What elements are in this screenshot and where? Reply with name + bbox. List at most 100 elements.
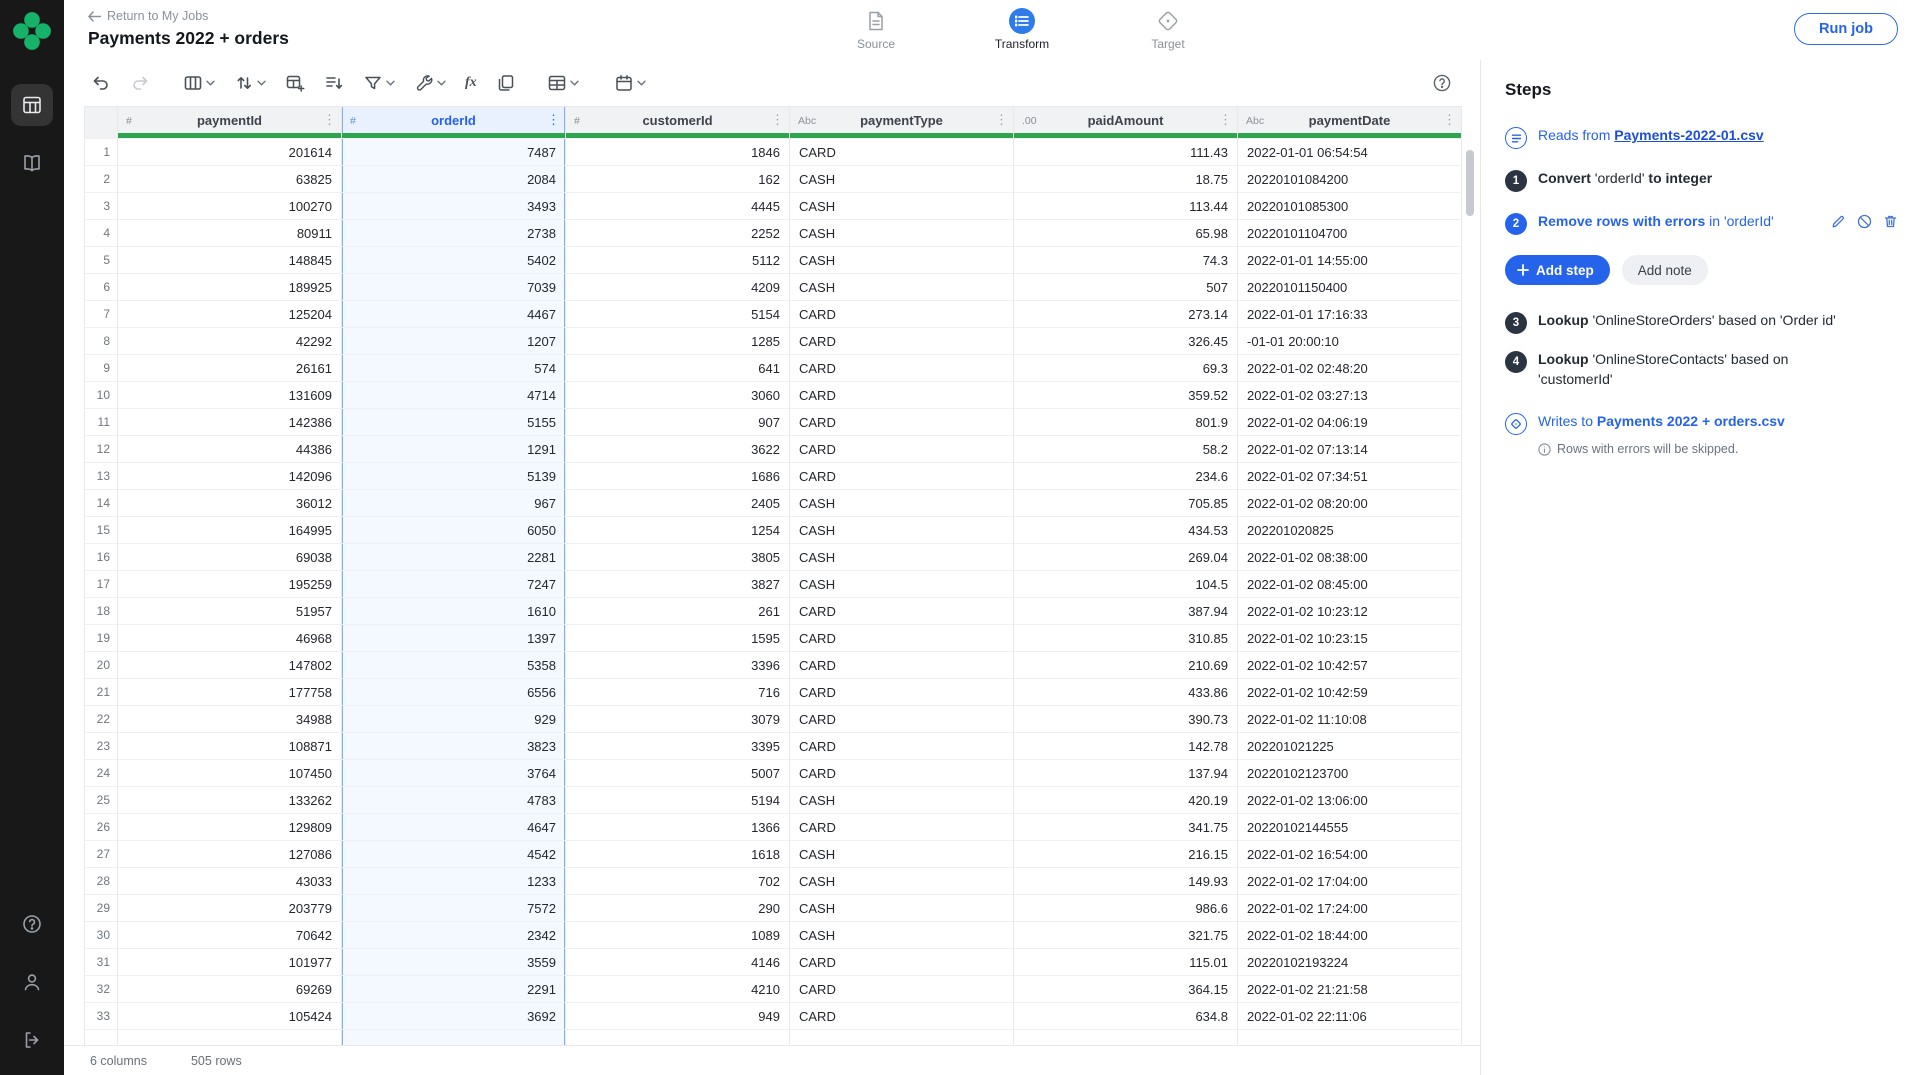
cell-paymentType[interactable]: CARD bbox=[790, 760, 1014, 787]
cell-paymentDate[interactable]: 2022-01-02 10:42:59 bbox=[1238, 679, 1462, 706]
cell-paymentDate[interactable]: 2022-01-02 18:44:00 bbox=[1238, 922, 1462, 949]
cell-orderId[interactable]: 5155 bbox=[342, 409, 566, 436]
cell-orderId[interactable]: 3559 bbox=[342, 949, 566, 976]
cell-customerId[interactable]: 3622 bbox=[566, 436, 790, 463]
step-4[interactable]: 4 Lookup 'OnlineStoreContacts' based on … bbox=[1505, 350, 1896, 390]
cell-paidAmount[interactable]: 387.94 bbox=[1014, 598, 1238, 625]
nav-target[interactable]: Target bbox=[1136, 7, 1200, 51]
row-number[interactable]: 33 bbox=[84, 1003, 118, 1030]
cell-paidAmount[interactable]: 507 bbox=[1014, 274, 1238, 301]
cell-paymentDate[interactable]: 2022-01-02 10:42:57 bbox=[1238, 652, 1462, 679]
target-file-link[interactable]: Payments 2022 + orders.csv bbox=[1597, 413, 1785, 429]
cell-paymentId[interactable]: 63825 bbox=[118, 166, 342, 193]
cell-paymentDate[interactable]: -01-01 20:00:10 bbox=[1238, 328, 1462, 355]
cell-orderId[interactable]: 2738 bbox=[342, 220, 566, 247]
row-number[interactable]: 14 bbox=[84, 490, 118, 517]
cell-paymentType[interactable]: CARD bbox=[790, 463, 1014, 490]
cell-paidAmount[interactable]: 104.5 bbox=[1014, 571, 1238, 598]
row-number[interactable]: 18 bbox=[84, 598, 118, 625]
cell-paymentId[interactable]: 148845 bbox=[118, 247, 342, 274]
column-menu-icon[interactable]: ⋮ bbox=[1443, 112, 1456, 128]
cell-customerId[interactable]: 5112 bbox=[566, 247, 790, 274]
cell-paymentId[interactable]: 36012 bbox=[118, 490, 342, 517]
edit-step-icon[interactable] bbox=[1831, 214, 1846, 229]
cell-paymentDate[interactable]: 2022-01-02 07:13:14 bbox=[1238, 436, 1462, 463]
cell-paymentType[interactable]: CARD bbox=[790, 949, 1014, 976]
cell-customerId[interactable]: 5154 bbox=[566, 301, 790, 328]
cell-paidAmount[interactable]: 111.43 bbox=[1014, 139, 1238, 166]
row-number[interactable]: 3 bbox=[84, 193, 118, 220]
cell-paidAmount[interactable]: 986.6 bbox=[1014, 895, 1238, 922]
cell-paymentDate[interactable]: 2022-01-02 11:10:08 bbox=[1238, 706, 1462, 733]
cell-paymentId[interactable]: 195259 bbox=[118, 571, 342, 598]
cell-orderId[interactable]: 5358 bbox=[342, 652, 566, 679]
cell-paymentDate[interactable]: 2022-01-02 08:45:00 bbox=[1238, 571, 1462, 598]
edit-table-button[interactable] bbox=[280, 69, 310, 97]
cell-orderId[interactable]: 6050 bbox=[342, 517, 566, 544]
row-number[interactable]: 15 bbox=[84, 517, 118, 544]
row-number[interactable]: 12 bbox=[84, 436, 118, 463]
cell-paymentDate[interactable]: 2022-01-02 16:54:00 bbox=[1238, 841, 1462, 868]
cell-paymentId[interactable]: 69269 bbox=[118, 976, 342, 1003]
cell-paymentType[interactable]: CASH bbox=[790, 895, 1014, 922]
cell-paidAmount[interactable]: 390.73 bbox=[1014, 706, 1238, 733]
step-3[interactable]: 3 Lookup 'OnlineStoreOrders' based on 'O… bbox=[1505, 311, 1896, 334]
cell-customerId[interactable]: 3395 bbox=[566, 733, 790, 760]
cell-paymentId[interactable]: 164995 bbox=[118, 517, 342, 544]
cell-customerId[interactable]: 4209 bbox=[566, 274, 790, 301]
cell-customerId[interactable]: 290 bbox=[566, 895, 790, 922]
row-number[interactable]: 30 bbox=[84, 922, 118, 949]
cell-customerId[interactable]: 4146 bbox=[566, 949, 790, 976]
cell-paymentType[interactable]: CARD bbox=[790, 652, 1014, 679]
cell-customerId[interactable]: 3827 bbox=[566, 571, 790, 598]
cell-customerId[interactable]: 4445 bbox=[566, 193, 790, 220]
cell-paymentType[interactable]: CASH bbox=[790, 490, 1014, 517]
cell-orderId[interactable]: 7247 bbox=[342, 571, 566, 598]
row-number[interactable]: 8 bbox=[84, 328, 118, 355]
cell-paymentId[interactable]: 26161 bbox=[118, 355, 342, 382]
cell-customerId[interactable]: 1595 bbox=[566, 625, 790, 652]
cell-paidAmount[interactable]: 434.53 bbox=[1014, 517, 1238, 544]
cell-customerId[interactable]: 3805 bbox=[566, 544, 790, 571]
cell-orderId[interactable]: 1291 bbox=[342, 436, 566, 463]
cell-orderId[interactable]: 5139 bbox=[342, 463, 566, 490]
cell-customerId[interactable]: 3060 bbox=[566, 382, 790, 409]
cell-paymentDate[interactable]: 2022-01-01 14:55:00 bbox=[1238, 247, 1462, 274]
cell-paymentId[interactable]: 44386 bbox=[118, 436, 342, 463]
column-header-paymentType[interactable]: AbcpaymentType⋮ bbox=[790, 106, 1014, 139]
row-number[interactable]: 9 bbox=[84, 355, 118, 382]
cell-orderId[interactable]: 2342 bbox=[342, 922, 566, 949]
cell-orderId[interactable]: 574 bbox=[342, 355, 566, 382]
row-number[interactable]: 29 bbox=[84, 895, 118, 922]
vertical-scrollbar-thumb[interactable] bbox=[1466, 150, 1474, 216]
cell-paymentType[interactable]: CARD bbox=[790, 301, 1014, 328]
cell-customerId[interactable]: 702 bbox=[566, 868, 790, 895]
cell-paymentType[interactable]: CARD bbox=[790, 355, 1014, 382]
logout-icon[interactable] bbox=[11, 1019, 53, 1061]
column-menu-icon[interactable]: ⋮ bbox=[547, 112, 560, 128]
source-file-link[interactable]: Payments-2022-01.csv bbox=[1614, 127, 1763, 143]
row-number[interactable]: 32 bbox=[84, 976, 118, 1003]
cell-paidAmount[interactable]: 137.94 bbox=[1014, 760, 1238, 787]
cell-paymentId[interactable]: 34988 bbox=[118, 706, 342, 733]
cell-paymentId[interactable]: 125204 bbox=[118, 301, 342, 328]
nav-source[interactable]: Source bbox=[844, 7, 908, 51]
cell-paymentDate[interactable]: 2022-01-01 06:54:54 bbox=[1238, 139, 1462, 166]
cell-orderId[interactable]: 4647 bbox=[342, 814, 566, 841]
cell-orderId[interactable]: 1397 bbox=[342, 625, 566, 652]
cell-paymentId[interactable]: 189925 bbox=[118, 274, 342, 301]
formula-button[interactable]: fx bbox=[460, 71, 482, 95]
cell-orderId[interactable]: 967 bbox=[342, 490, 566, 517]
cell-paymentId[interactable]: 51957 bbox=[118, 598, 342, 625]
row-number[interactable]: 16 bbox=[84, 544, 118, 571]
step-2-active[interactable]: 2 Remove rows with errors in 'orderId' bbox=[1505, 212, 1896, 235]
step-source[interactable]: Reads from Payments-2022-01.csv bbox=[1505, 126, 1896, 149]
row-number[interactable]: 26 bbox=[84, 814, 118, 841]
cell-paymentDate[interactable]: 2022-01-02 10:23:12 bbox=[1238, 598, 1462, 625]
cell-paymentId[interactable]: 105424 bbox=[118, 1003, 342, 1030]
cell-paymentType[interactable]: CARD bbox=[790, 679, 1014, 706]
cell-paymentType[interactable]: CASH bbox=[790, 517, 1014, 544]
cell-paymentType[interactable]: CARD bbox=[790, 706, 1014, 733]
cell-customerId[interactable]: 907 bbox=[566, 409, 790, 436]
cell-customerId[interactable]: 2252 bbox=[566, 220, 790, 247]
